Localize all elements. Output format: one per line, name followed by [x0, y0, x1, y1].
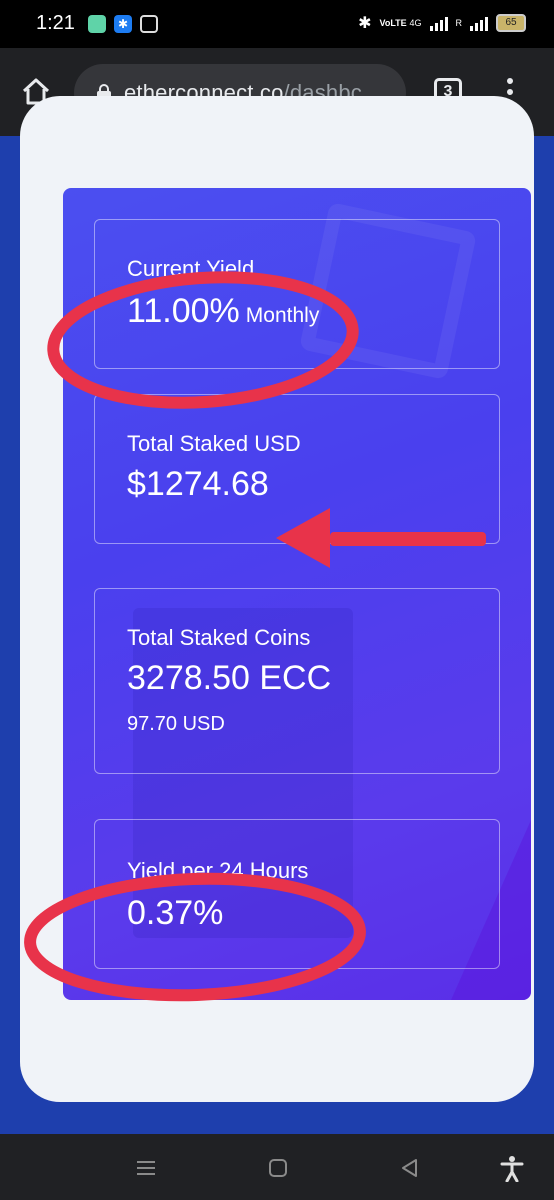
home-nav-icon[interactable]	[264, 1154, 292, 1182]
bluetooth-icon: ✱	[358, 15, 372, 32]
network-label: VoLTE	[379, 17, 407, 28]
status-indicators: ✱ VoLTE 4G R 65	[358, 13, 526, 33]
total-staked-usd-label: Total Staked USD	[127, 431, 301, 456]
content-card: Current Yield 11.00% Monthly Total Staked…	[20, 96, 534, 1102]
yield-24h-label: Yield per 24 Hours	[127, 858, 309, 883]
total-staked-usd-card: Total Staked USD $1274.68	[94, 394, 500, 544]
total-staked-usd-value: $1274.68	[127, 465, 269, 503]
current-yield-number: 11.00%	[127, 292, 240, 330]
signal-1-icon	[429, 15, 448, 31]
accessibility-icon[interactable]	[498, 1154, 526, 1182]
yield-24h-value: 0.37%	[127, 894, 224, 932]
total-staked-coins-label: Total Staked Coins	[127, 625, 311, 650]
network-type: 4G	[409, 18, 422, 28]
notification-app-icon	[88, 15, 106, 33]
status-bar: 1:21 ✱ ✱ VoLTE 4G R 65	[0, 0, 554, 48]
battery-icon: 65	[496, 14, 526, 32]
roaming-label: R	[455, 18, 463, 28]
page-viewport: Current Yield 11.00% Monthly Total Staked…	[0, 96, 554, 1134]
back-icon[interactable]	[396, 1154, 424, 1182]
current-yield-unit: Monthly	[245, 304, 320, 327]
mail-app-icon	[140, 15, 158, 33]
bluetooth-app-icon: ✱	[114, 15, 132, 33]
dashboard-panel: Current Yield 11.00% Monthly Total Staked…	[63, 188, 531, 1000]
system-nav-bar	[0, 1134, 554, 1200]
recents-icon[interactable]	[132, 1154, 160, 1182]
signal-2-icon	[470, 15, 488, 31]
status-time: 1:21	[36, 12, 75, 34]
yield-24h-card: Yield per 24 Hours 0.37%	[94, 819, 500, 969]
current-yield-label: Current Yield	[127, 256, 255, 281]
current-yield-card: Current Yield 11.00% Monthly	[94, 219, 500, 369]
total-staked-coins-value: 3278.50 ECC	[127, 659, 332, 697]
total-staked-coins-card: Total Staked Coins 3278.50 ECC 97.70 USD	[94, 588, 500, 774]
current-yield-value: 11.00% Monthly	[127, 292, 319, 331]
total-staked-coins-usd: 97.70 USD	[127, 713, 225, 735]
